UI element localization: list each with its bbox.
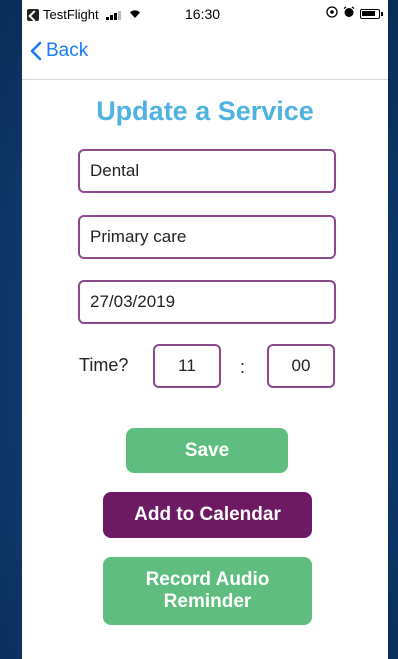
service-category-input[interactable] (78, 215, 336, 259)
time-separator: : (240, 357, 246, 377)
status-right (326, 6, 383, 21)
back-label: Back (46, 40, 89, 61)
add-to-calendar-button[interactable]: Add to Calendar (103, 492, 312, 538)
status-left: TestFlight (27, 7, 142, 22)
status-app-name[interactable]: TestFlight (43, 7, 99, 22)
service-type-input[interactable] (78, 149, 336, 193)
back-button[interactable]: Back (30, 40, 88, 62)
record-audio-reminder-button[interactable]: Record Audio Reminder (103, 557, 312, 625)
navigation-bar: Back (22, 28, 388, 80)
chevron-left-icon (30, 41, 42, 61)
wifi-icon (128, 8, 142, 22)
alarm-icon (343, 6, 355, 21)
hour-input[interactable] (153, 344, 221, 388)
minute-input[interactable] (267, 344, 335, 388)
status-bar: TestFlight 16:30 (22, 0, 388, 28)
signal-strength-icon (105, 10, 121, 20)
location-icon (326, 6, 338, 21)
date-input[interactable] (78, 280, 336, 324)
battery-icon (360, 8, 383, 19)
page-title: Update a Service (96, 96, 314, 126)
save-button[interactable]: Save (126, 428, 288, 473)
app-screen: TestFlight 16:30 Back Update a Service D… (22, 0, 388, 659)
time-label: Time? (79, 355, 129, 375)
status-time: 16:30 (185, 6, 221, 22)
testflight-back-icon[interactable] (27, 8, 39, 21)
